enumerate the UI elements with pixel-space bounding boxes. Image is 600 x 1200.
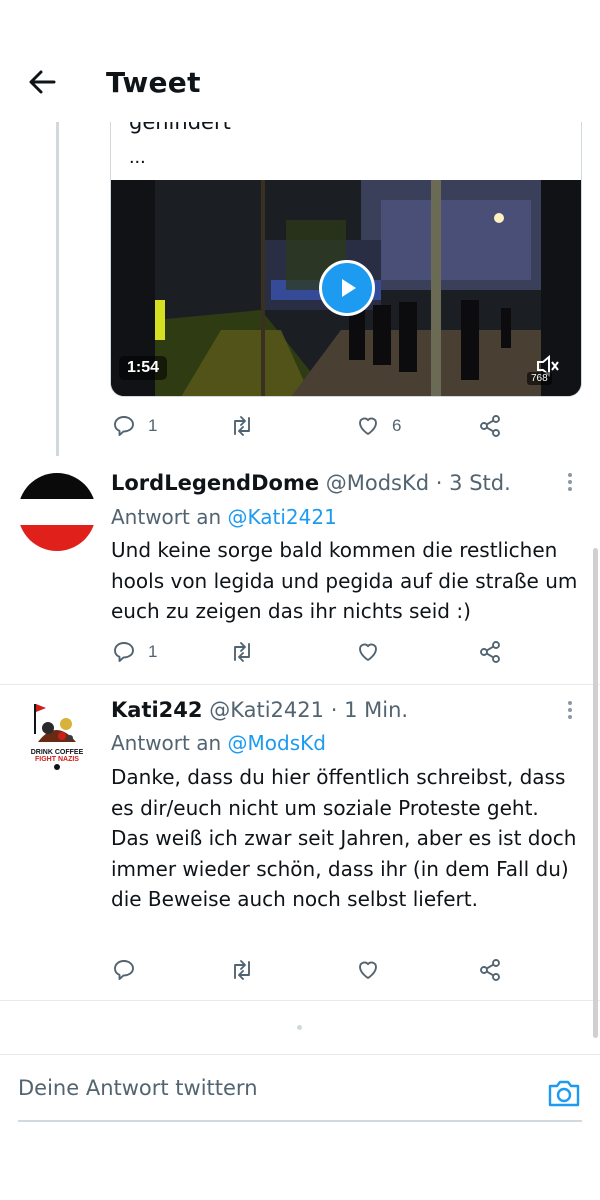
avatar-text-line2: FIGHT NAZIS <box>35 756 79 763</box>
play-icon[interactable] <box>319 260 375 316</box>
share-icon <box>480 415 500 437</box>
camera-icon[interactable] <box>546 1076 582 1110</box>
page-title: Tweet <box>106 66 201 99</box>
reply-button[interactable]: 1 <box>112 640 157 664</box>
like-button[interactable] <box>356 640 380 664</box>
avatar-text-line1: DRINK COFFEE <box>31 749 84 756</box>
user-handle[interactable]: @Kati2421 <box>209 698 324 722</box>
avatar[interactable]: DRINK COFFEE FIGHT NAZIS <box>18 696 96 774</box>
reply-context: Antwort an @ModsKd <box>111 731 326 755</box>
loading-indicator <box>297 1025 302 1030</box>
like-button[interactable] <box>356 958 380 982</box>
reply-count: 1 <box>148 642 158 661</box>
share-button[interactable] <box>478 640 502 664</box>
reply-prefix: Antwort an <box>111 505 222 529</box>
share-icon <box>480 959 500 981</box>
tweet-divider <box>0 684 600 685</box>
tweet-text: Und keine sorge bald kommen die restlich… <box>111 538 578 623</box>
reply-count: 1 <box>148 416 158 435</box>
reply-context: Antwort an @Kati2421 <box>111 505 337 529</box>
reply-icon <box>114 960 134 980</box>
heart-icon <box>359 643 377 661</box>
tweet-actions: 1 <box>0 640 600 670</box>
retweet-icon <box>234 960 250 980</box>
reply-button[interactable]: 1 <box>112 414 157 438</box>
meta-separator: · <box>435 471 443 495</box>
tweet-author-row: LordLegendDome @ModsKd · 3 Std. <box>111 471 511 495</box>
reply-input-underline <box>18 1120 582 1122</box>
like-count: 6 <box>392 416 402 435</box>
quote-ellipsis: ... <box>129 146 146 168</box>
more-options-icon[interactable] <box>560 698 580 722</box>
meta-separator: · <box>330 698 338 722</box>
reply-icon <box>114 416 134 436</box>
prev-tweet-actions: 1 6 <box>0 414 600 444</box>
display-name[interactable]: LordLegendDome <box>111 471 319 495</box>
more-options-icon[interactable] <box>560 470 580 494</box>
reply-icon <box>114 642 134 662</box>
tweet-divider <box>0 1000 600 1001</box>
reply-prefix: Antwort an <box>111 731 222 755</box>
back-arrow-icon[interactable] <box>24 64 60 100</box>
retweet-icon <box>234 642 250 662</box>
heart-icon <box>359 961 377 979</box>
reply-mention-link[interactable]: @Kati2421 <box>228 505 337 529</box>
tweet-time: 1 Min. <box>344 698 409 722</box>
video-player[interactable]: 1:54 768 <box>111 180 581 396</box>
reply-input[interactable]: Deine Antwort twittern <box>18 1076 488 1100</box>
share-button[interactable] <box>478 958 502 982</box>
heart-icon <box>359 417 377 435</box>
quote-text: gehindert <box>129 122 231 134</box>
share-icon <box>480 641 500 663</box>
display-name[interactable]: Kati242 <box>111 698 203 722</box>
view-count: 768 <box>527 372 552 385</box>
scrollbar[interactable] <box>593 548 598 1038</box>
retweet-button[interactable] <box>230 640 254 664</box>
tweet-text: Danke, dass du hier öffentlich schreibst… <box>111 765 577 911</box>
tweet-author-row: Kati242 @Kati2421 · 1 Min. <box>111 698 408 722</box>
video-duration: 1:54 <box>119 356 168 380</box>
reply-mention-link[interactable]: @ModsKd <box>228 731 326 755</box>
user-handle[interactable]: @ModsKd <box>326 471 429 495</box>
tweet-actions <box>0 958 600 988</box>
top-bar: Tweet <box>0 0 600 122</box>
quoted-tweet-card[interactable]: gehindert ... 1:54 768 <box>110 122 582 397</box>
avatar[interactable] <box>18 473 96 551</box>
reply-button[interactable] <box>112 958 136 982</box>
retweet-icon <box>234 416 250 436</box>
retweet-button[interactable] <box>230 958 254 982</box>
share-button[interactable] <box>478 414 502 438</box>
like-button[interactable]: 6 <box>356 414 401 438</box>
tweet-time: 3 Std. <box>449 471 511 495</box>
thread-connector-line <box>56 122 59 456</box>
retweet-button[interactable] <box>230 414 254 438</box>
